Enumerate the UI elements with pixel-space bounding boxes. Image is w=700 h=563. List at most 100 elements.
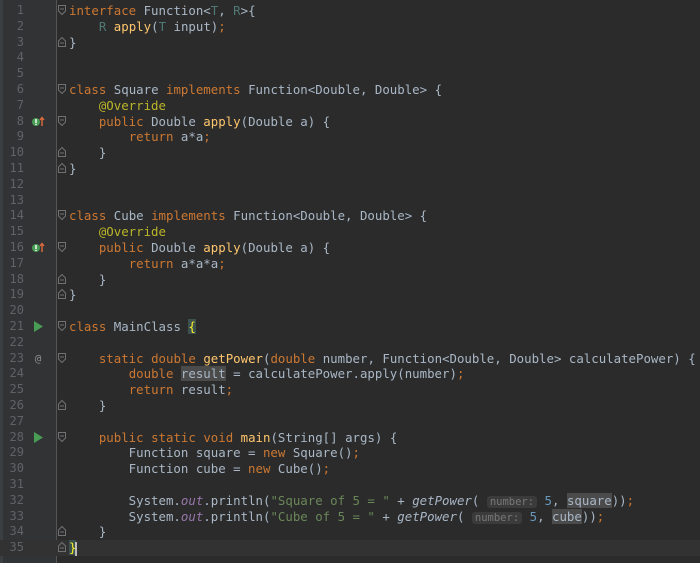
- code-text[interactable]: }: [69, 398, 106, 414]
- code-line[interactable]: 17 return a*a*a;: [0, 256, 700, 272]
- code-line[interactable]: 16 public Double apply(Double a) {: [0, 240, 700, 256]
- code-line[interactable]: 15 @Override: [0, 224, 700, 240]
- code-text[interactable]: }: [69, 524, 106, 540]
- code-text[interactable]: return a*a*a;: [69, 256, 226, 272]
- code-token: ,: [552, 492, 567, 508]
- fold-open-icon[interactable]: [57, 240, 67, 256]
- code-token: = calculatePower.apply(number): [225, 366, 457, 382]
- line-number: 23: [9, 350, 24, 365]
- code-text[interactable]: return a*a;: [69, 129, 211, 145]
- code-text[interactable]: R apply(T input);: [69, 19, 226, 35]
- fold-open-icon[interactable]: [57, 82, 67, 98]
- code-token: >{: [240, 3, 256, 18]
- fold-open-icon[interactable]: [57, 114, 67, 130]
- fold-close-icon[interactable]: [57, 540, 67, 556]
- code-line[interactable]: 22: [0, 335, 700, 351]
- fold-close-icon[interactable]: [57, 398, 67, 414]
- code-line[interactable]: 4: [0, 50, 700, 66]
- code-line[interactable]: 27: [0, 414, 700, 430]
- line-number: 34: [9, 524, 24, 539]
- overrides-method-icon[interactable]: [30, 240, 46, 256]
- code-text[interactable]: public Double apply(Double a) {: [69, 114, 330, 130]
- annotation-at-icon[interactable]: @: [30, 351, 46, 367]
- code-token: }: [69, 287, 77, 303]
- code-token: (: [471, 492, 487, 508]
- code-text[interactable]: @Override: [69, 224, 166, 240]
- code-line[interactable]: 25 return result;: [0, 382, 700, 398]
- code-line[interactable]: 11}: [0, 161, 700, 177]
- run-icon[interactable]: [30, 319, 46, 335]
- code-line[interactable]: 7 @Override: [0, 98, 700, 114]
- code-line[interactable]: 34 }: [0, 524, 700, 540]
- code-token: main: [240, 429, 271, 445]
- code-token: getPower: [203, 350, 263, 366]
- fold-close-icon[interactable]: [57, 524, 67, 540]
- code-line[interactable]: 13: [0, 193, 700, 209]
- code-token: }: [69, 161, 77, 176]
- fold-open-icon[interactable]: [57, 208, 67, 224]
- code-text[interactable]: }: [69, 287, 76, 303]
- code-line[interactable]: 6 class Square implements Function<Double…: [0, 82, 700, 98]
- code-line[interactable]: 14 class Cube implements Function<Double,…: [0, 208, 700, 224]
- code-line[interactable]: 19}: [0, 287, 700, 303]
- code-line[interactable]: 23 @ static double getPower(double number…: [0, 351, 700, 367]
- code-token: class: [69, 319, 107, 334]
- code-line[interactable]: 30 Function cube = new Cube();: [0, 461, 700, 477]
- code-text[interactable]: class MainClass {: [69, 319, 196, 335]
- code-text[interactable]: Function cube = new Cube();: [69, 461, 330, 477]
- code-line[interactable]: 1 interface Function<T, R>{: [0, 3, 700, 19]
- code-text[interactable]: double result = calculatePower.apply(num…: [69, 366, 464, 382]
- fold-close-icon[interactable]: [57, 35, 67, 51]
- code-text[interactable]: }: [69, 540, 78, 556]
- fold-close-icon[interactable]: [57, 145, 67, 161]
- code-editor[interactable]: 1 interface Function<T, R>{2 R apply(T in…: [0, 0, 700, 563]
- code-token: R: [233, 3, 241, 18]
- code-line[interactable]: 2 R apply(T input);: [0, 19, 700, 35]
- code-token: public: [98, 429, 144, 445]
- code-token: println(: [210, 492, 271, 508]
- code-token: System.: [69, 492, 181, 508]
- fold-open-icon[interactable]: [57, 3, 67, 19]
- code-text[interactable]: }: [69, 35, 76, 51]
- code-text[interactable]: public Double apply(Double a) {: [69, 240, 330, 256]
- code-line[interactable]: 28 public static void main(String[] args…: [0, 430, 700, 446]
- code-line[interactable]: 9 return a*a;: [0, 129, 700, 145]
- code-line[interactable]: 5: [0, 66, 700, 82]
- code-line[interactable]: 21 class MainClass {: [0, 319, 700, 335]
- code-text[interactable]: return result;: [69, 382, 233, 398]
- line-number: 24: [9, 366, 24, 381]
- code-line[interactable]: 8 public Double apply(Double a) {: [0, 114, 700, 130]
- code-text[interactable]: }: [69, 145, 106, 161]
- overrides-method-icon[interactable]: [30, 114, 46, 130]
- code-text[interactable]: interface Function<T, R>{: [69, 3, 256, 19]
- code-line[interactable]: 35}: [0, 540, 700, 556]
- fold-open-icon[interactable]: [57, 351, 67, 367]
- code-line[interactable]: 29 Function square = new Square();: [0, 445, 700, 461]
- run-icon[interactable]: [30, 430, 46, 446]
- code-text[interactable]: static double getPower(double number, Fu…: [69, 351, 696, 367]
- code-line[interactable]: 3}: [0, 35, 700, 51]
- code-text[interactable]: }: [69, 161, 76, 177]
- code-line[interactable]: 18 }: [0, 272, 700, 288]
- fold-open-icon[interactable]: [57, 430, 67, 446]
- code-line[interactable]: 20: [0, 303, 700, 319]
- code-text[interactable]: @Override: [69, 98, 166, 114]
- fold-open-icon[interactable]: [57, 319, 67, 335]
- code-line[interactable]: 26 }: [0, 398, 700, 414]
- code-line[interactable]: 12: [0, 177, 700, 193]
- code-text[interactable]: class Cube implements Function<Double, D…: [69, 208, 427, 224]
- code-line[interactable]: 10 }: [0, 145, 700, 161]
- code-text[interactable]: class Square implements Function<Double,…: [69, 82, 442, 98]
- code-text[interactable]: }: [69, 272, 106, 288]
- text-caret: [75, 541, 78, 556]
- code-text[interactable]: Function square = new Square();: [69, 445, 360, 461]
- code-line[interactable]: 24 double result = calculatePower.apply(…: [0, 366, 700, 382]
- fold-close-icon[interactable]: [57, 272, 67, 288]
- fold-close-icon[interactable]: [57, 287, 67, 303]
- code-line[interactable]: 31: [0, 477, 700, 493]
- code-line[interactable]: 33 System.out.println("Cube of 5 = " + g…: [0, 508, 700, 525]
- code-line[interactable]: 32 System.out.println("Square of 5 = " +…: [0, 492, 700, 509]
- fold-close-icon[interactable]: [57, 161, 67, 177]
- code-text[interactable]: public static void main(String[] args) {: [69, 430, 397, 446]
